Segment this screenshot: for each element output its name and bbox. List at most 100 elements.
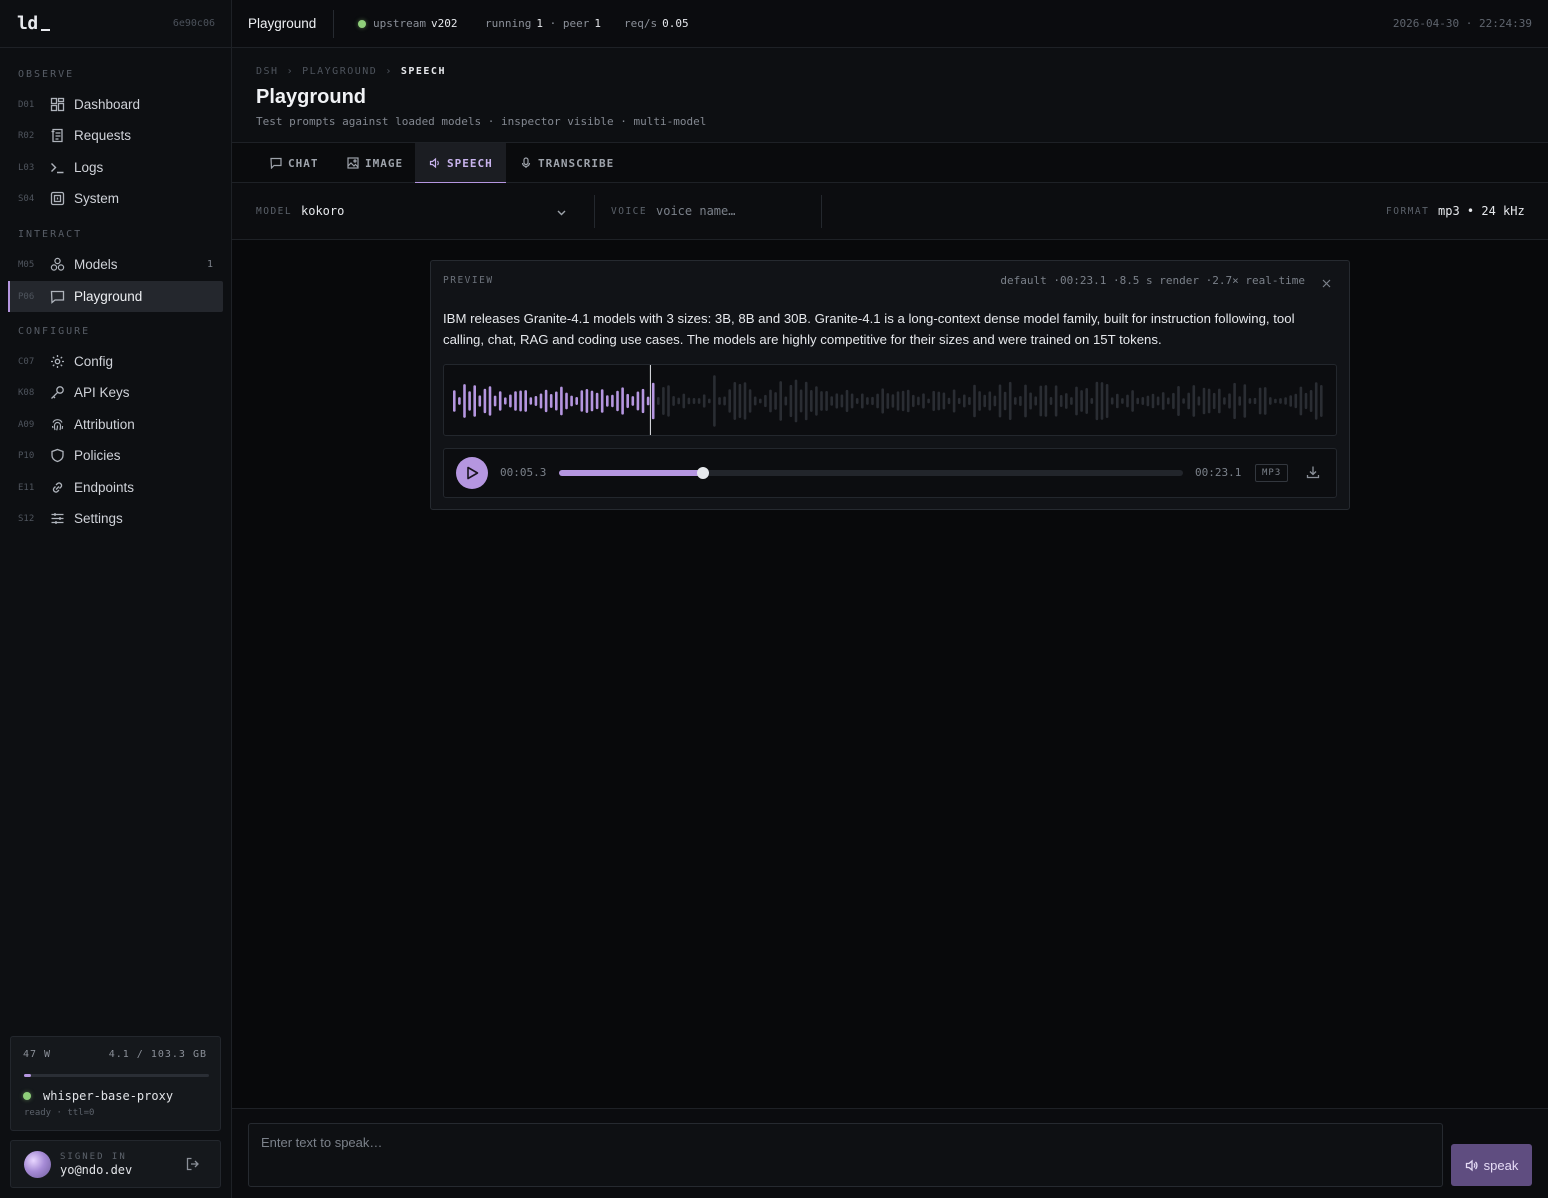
waveform-bar [453,390,456,412]
waveform-bar [1090,398,1094,404]
waveform-bar [590,390,594,412]
waveform-bar [850,393,854,409]
sidebar-item-requests[interactable]: R02 Requests [8,120,223,151]
waveform-bar [687,397,691,405]
sidebar-item-settings[interactable]: S12 Settings [8,503,223,534]
sidebar-item-system[interactable]: S04 System [8,183,223,214]
waveform-bar [498,391,502,411]
page-title: Playground [256,86,367,108]
waveform-bar [784,396,788,406]
request-rate: req/s 0.05 [624,17,689,30]
waveform-bar [1263,387,1267,415]
preview-text: IBM releases Granite-4.1 models with 3 s… [443,311,1295,347]
waveform-bar [937,391,941,411]
tab-transcribe[interactable]: TRANSCRIBE [508,143,626,183]
waveform-bar [549,394,553,408]
speak-button[interactable]: speak [1451,1144,1532,1186]
waveform-bar [886,393,890,409]
voice-input[interactable] [656,202,816,220]
waveform-bar [1003,391,1007,411]
waveform-bar [825,391,828,411]
mic-icon [520,157,532,169]
image-icon [347,157,359,169]
upstream-status-dot [358,19,366,28]
memory-usage-readout: 4.1 / 103.3 GB [108,1049,207,1060]
waveform-bar [815,386,818,416]
sidebar-item-config[interactable]: C07 Config [8,346,223,377]
waveform-bar [1223,397,1226,405]
waveform-bar [1207,388,1211,414]
sidebar-item-models[interactable]: M05 Models 1 [8,249,223,280]
waveform-bar [580,390,584,412]
waveform-bar [743,382,747,420]
waveform-bar [1177,385,1180,417]
waveform-bar [973,384,976,418]
tab-chat[interactable]: CHAT [258,143,331,183]
waveform-bar [539,393,543,409]
sidebar-item-logs[interactable]: L03 Logs [8,152,223,183]
sidebar-item-attribution[interactable]: A09 Attribution [8,409,223,440]
waveform[interactable] [443,364,1337,436]
tab-speech[interactable]: SPEECH [415,143,506,184]
waveform-bar [611,394,614,408]
waveform-bar [672,396,675,406]
memory-usage-fill [24,1074,32,1077]
breadcrumb-playground[interactable]: PLAYGROUND [302,66,377,77]
download-icon[interactable] [1306,465,1320,482]
page-header: DSH › PLAYGROUND › SPEECH Playground Tes… [232,48,1548,143]
seek-handle[interactable] [696,467,709,479]
memory-usage-bar [24,1074,209,1077]
chevron-down-icon[interactable] [556,206,567,221]
seek-bar[interactable] [559,470,1183,476]
terminal-icon [50,160,74,175]
waveform-bar [789,384,793,418]
avatar[interactable] [24,1150,51,1178]
system-icon [50,191,74,206]
app-logo[interactable]: ld [17,13,50,34]
waveform-bar [641,388,645,414]
format-badge: MP3 [1255,464,1289,482]
link-icon [50,480,74,495]
format-value[interactable]: mp3 • 24 kHz [1438,204,1525,218]
waveform-bar [835,393,839,409]
waveform-bar [1304,392,1308,410]
logout-icon[interactable] [186,1157,200,1174]
sidebar-item-endpoints[interactable]: E11 Endpoints [8,472,223,503]
breadcrumb: DSH › PLAYGROUND › SPEECH [256,66,446,77]
waveform-bar [621,387,624,415]
waveform-bar [820,391,823,411]
sidebar-item-api-keys[interactable]: K08 API Keys [8,377,223,408]
waveform-bar [748,389,752,413]
close-icon[interactable] [1322,276,1331,291]
model-label: MODEL [256,206,293,217]
waveform-bar [1279,398,1282,404]
waveform-bar [1131,390,1134,412]
waveform-bar [702,394,706,408]
format-label: FORMAT [1386,206,1430,217]
topbar-divider [333,10,334,38]
waveform-bar [1008,381,1012,421]
sidebar-item-dashboard[interactable]: D01 Dashboard [8,89,223,120]
waveform-bar [478,395,482,407]
speech-text-input[interactable] [248,1123,1443,1187]
waveform-bar [1019,395,1022,407]
waveform-bar [1320,384,1323,418]
waveform-bar [1054,385,1058,417]
waveform-bar [830,396,833,406]
model-select[interactable]: kokoro [301,204,344,218]
waveform-bar [534,396,538,406]
play-button[interactable] [456,457,488,489]
waveform-bar [488,386,492,416]
sidebar-item-policies[interactable]: P10 Policies [8,440,223,471]
waveform-bar [769,389,772,413]
waveform-bar [1121,398,1124,404]
waveform-bar [585,388,589,414]
tab-image[interactable]: IMAGE [335,143,415,183]
current-time: 00:05.3 [500,466,547,479]
waveform-bar [1284,397,1287,405]
sidebar-item-playground[interactable]: P06 Playground [8,281,223,312]
waveform-bar [845,389,849,413]
fingerprint-icon [50,417,74,432]
preview-label: PREVIEW [443,275,494,286]
breadcrumb-dsh[interactable]: DSH [256,66,279,77]
